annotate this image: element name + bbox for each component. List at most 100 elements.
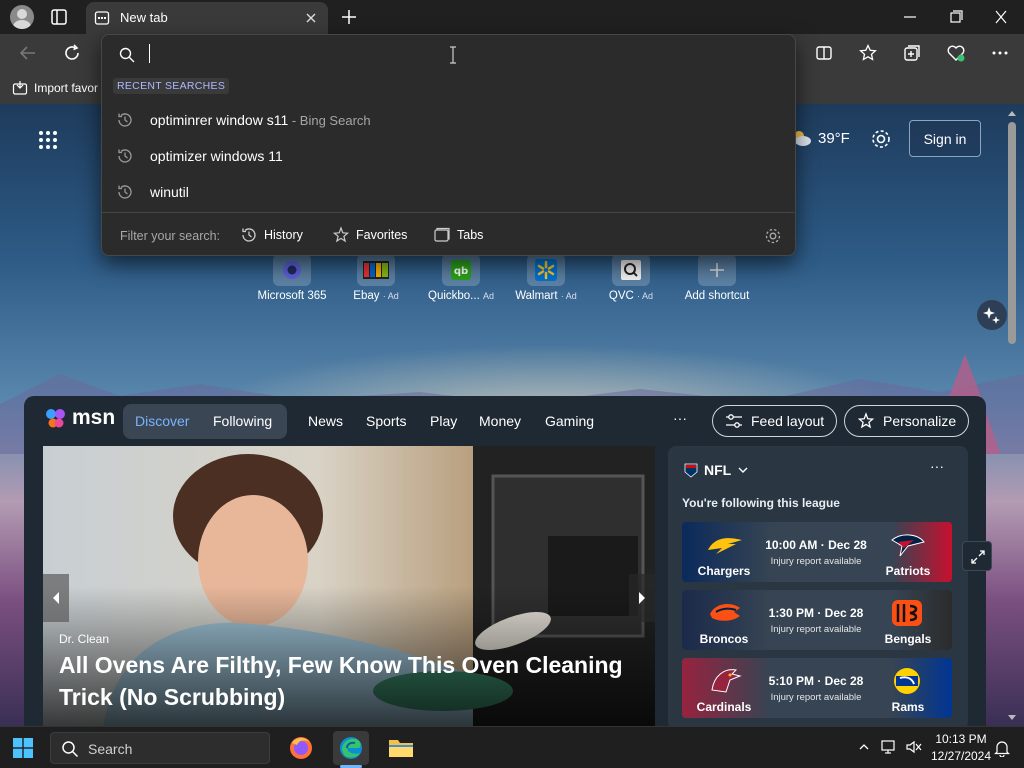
article-source: Dr. Clean bbox=[59, 632, 110, 646]
tab-actions-icon[interactable] bbox=[50, 8, 68, 26]
game-time: 5:10 PM · Dec 28 bbox=[768, 674, 864, 688]
recent-search-text: winutil bbox=[150, 184, 189, 200]
msn-logo-text: msn bbox=[72, 406, 116, 429]
shortcut-add[interactable]: Add shortcut bbox=[672, 254, 762, 302]
shortcut-qvc[interactable]: QVC · Ad bbox=[586, 254, 676, 302]
browser-essentials-icon[interactable] bbox=[946, 43, 966, 63]
nav-sports[interactable]: Sports bbox=[366, 413, 406, 429]
personalize-button[interactable]: Personalize bbox=[844, 405, 970, 437]
windows-start-icon[interactable] bbox=[13, 738, 33, 758]
filter-tabs-button[interactable]: Tabs bbox=[433, 226, 483, 244]
search-settings-gear-icon[interactable] bbox=[764, 227, 782, 245]
split-screen-icon[interactable] bbox=[814, 43, 834, 63]
nav-gaming[interactable]: Gaming bbox=[545, 413, 594, 429]
firefox-taskbar-icon[interactable] bbox=[283, 731, 319, 765]
import-favorites-button[interactable]: Import favor bbox=[12, 80, 98, 96]
recent-search-item[interactable]: optiminrer window s11 - Bing Search bbox=[102, 102, 795, 138]
favorites-star-icon[interactable] bbox=[858, 43, 878, 63]
shortcut-label: Walmart bbox=[515, 290, 558, 302]
nfl-league-selector[interactable]: NFL bbox=[684, 462, 749, 478]
shortcut-walmart[interactable]: Walmart · Ad bbox=[501, 254, 591, 302]
filter-favorites-button[interactable]: Favorites bbox=[332, 226, 407, 244]
feed-layout-button[interactable]: Feed layout bbox=[712, 405, 838, 437]
shortcut-label: QVC bbox=[608, 290, 634, 302]
minimize-icon[interactable] bbox=[900, 8, 920, 26]
scrollbar-thumb[interactable] bbox=[1008, 122, 1016, 344]
sign-in-button[interactable]: Sign in bbox=[909, 120, 981, 157]
game-status: Injury report available bbox=[770, 556, 862, 567]
address-bar-input[interactable] bbox=[148, 41, 748, 67]
collections-icon[interactable] bbox=[902, 43, 922, 63]
tab-new-tab[interactable]: New tab bbox=[86, 2, 328, 34]
nfl-more-button[interactable]: ··· bbox=[930, 458, 944, 474]
file-explorer-taskbar-icon[interactable] bbox=[383, 731, 419, 765]
shortcut-ad-tag: · Ad bbox=[637, 291, 654, 301]
game-time: 10:00 AM · Dec 28 bbox=[765, 538, 867, 552]
carousel-prev-button[interactable] bbox=[43, 574, 69, 622]
sliders-icon bbox=[725, 413, 743, 429]
msn-logo[interactable]: msn bbox=[44, 406, 115, 430]
tab-following[interactable]: Following bbox=[213, 413, 272, 429]
volume-muted-icon[interactable] bbox=[905, 739, 923, 755]
shortcut-label: Add shortcut bbox=[684, 290, 750, 302]
nfl-widget: NFL ··· You're following this league Cha… bbox=[668, 446, 968, 726]
new-tab-plus-icon[interactable] bbox=[340, 8, 358, 26]
close-tab-icon[interactable] bbox=[304, 11, 318, 25]
expand-icon[interactable] bbox=[962, 541, 992, 571]
walmart-logo-icon bbox=[527, 254, 565, 286]
carousel-next-button[interactable] bbox=[629, 574, 655, 622]
sparkle-star-icon bbox=[857, 412, 875, 430]
window-close-icon[interactable] bbox=[991, 8, 1011, 26]
clock-time[interactable]: 10:13 PM bbox=[930, 732, 992, 746]
recent-search-item[interactable]: winutil bbox=[102, 174, 795, 210]
home-team-name: Broncos bbox=[699, 632, 749, 646]
title-bar: New tab bbox=[0, 0, 1024, 34]
nav-money[interactable]: Money bbox=[479, 413, 521, 429]
shortcut-quickbooks[interactable]: qb Quickbo... Ad bbox=[416, 254, 506, 302]
article-headline[interactable]: All Ovens Are Filthy, Few Know This Oven… bbox=[59, 649, 639, 713]
weather-widget[interactable]: 39°F bbox=[790, 128, 850, 148]
search-icon bbox=[61, 740, 79, 758]
apps-grid-icon[interactable] bbox=[38, 130, 58, 150]
recent-search-item[interactable]: optimizer windows 11 bbox=[102, 138, 795, 174]
network-icon[interactable] bbox=[880, 739, 898, 755]
filter-favorites-label: Favorites bbox=[356, 228, 408, 242]
ebay-logo-icon bbox=[357, 254, 395, 286]
microsoft-365-logo-icon bbox=[273, 254, 311, 286]
tab-discover[interactable]: Discover bbox=[135, 413, 189, 429]
home-team-name: Chargers bbox=[697, 564, 751, 578]
hero-article-card[interactable]: Dr. Clean All Ovens Are Filthy, Few Know… bbox=[43, 446, 655, 726]
shortcut-microsoft-365[interactable]: Microsoft 365 bbox=[247, 254, 337, 302]
feed-layout-label: Feed layout bbox=[751, 413, 825, 429]
customize-sparkle-icon[interactable] bbox=[977, 300, 1007, 330]
away-team-name: Patriots bbox=[885, 564, 931, 578]
cardinals-logo-icon bbox=[706, 666, 744, 696]
nav-more-button[interactable]: ··· bbox=[673, 410, 687, 426]
notification-bell-icon[interactable] bbox=[994, 739, 1010, 757]
page-settings-gear-icon[interactable] bbox=[870, 128, 892, 150]
game-card[interactable]: Cardinals 5:10 PM · Dec 28 Injury report… bbox=[682, 658, 952, 718]
dropdown-divider bbox=[102, 212, 795, 213]
restore-icon[interactable] bbox=[946, 8, 966, 26]
search-icon bbox=[119, 47, 135, 63]
filter-tabs-label: Tabs bbox=[457, 228, 484, 242]
profile-avatar[interactable] bbox=[10, 5, 34, 29]
shortcut-label: Microsoft 365 bbox=[257, 290, 327, 302]
taskbar-search-box[interactable]: Search bbox=[50, 732, 270, 764]
back-arrow-icon[interactable] bbox=[18, 43, 38, 63]
text-caret bbox=[149, 44, 150, 63]
nav-play[interactable]: Play bbox=[430, 413, 457, 429]
settings-more-icon[interactable] bbox=[990, 43, 1010, 63]
patriots-logo-icon bbox=[888, 530, 926, 560]
nav-news[interactable]: News bbox=[308, 413, 343, 429]
refresh-icon[interactable] bbox=[62, 43, 82, 63]
away-team-name: Bengals bbox=[884, 632, 932, 646]
shortcut-ebay[interactable]: Ebay · Ad bbox=[331, 254, 421, 302]
edge-taskbar-icon[interactable] bbox=[333, 731, 369, 765]
import-favorites-label: Import favor bbox=[34, 81, 99, 95]
game-card[interactable]: Chargers 10:00 AM · Dec 28 Injury report… bbox=[682, 522, 952, 582]
show-hidden-icons-chevron-icon[interactable] bbox=[858, 742, 870, 752]
clock-date[interactable]: 12/27/2024 bbox=[926, 749, 996, 763]
game-card[interactable]: Broncos 1:30 PM · Dec 28 Injury report a… bbox=[682, 590, 952, 650]
filter-history-button[interactable]: History bbox=[240, 226, 303, 244]
